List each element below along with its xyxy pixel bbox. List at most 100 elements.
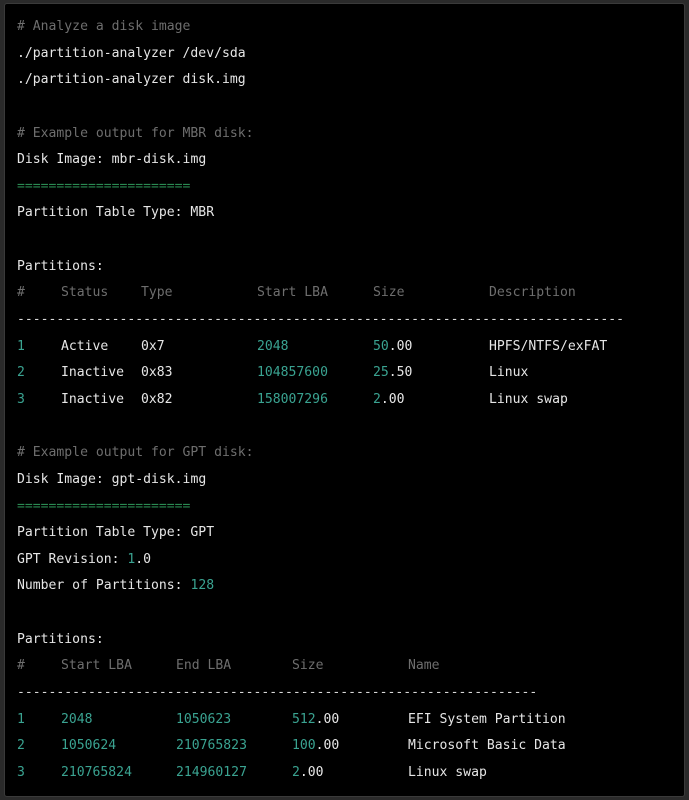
gpt-header-end: End LBA [176, 658, 232, 674]
mbr-row-size-dec: .50 [388, 365, 413, 381]
mbr-header-row: # Status Type Start LBA Size Description [5, 280, 684, 307]
gpt-table-type: Partition Table Type: GPT [17, 525, 215, 541]
table-row: 3 210765824 214960127 2.00 Linux swap [5, 760, 684, 787]
gpt-disk-label: Disk Image: gpt-disk.img [17, 467, 206, 494]
gpt-row-num: 1 [17, 711, 25, 727]
gpt-row-size-int: 512 [292, 711, 316, 727]
mbr-separator: ====================== [17, 178, 191, 194]
gpt-revision: GPT Revision: 1.0 [17, 547, 151, 574]
mbr-row-num: 1 [17, 338, 25, 354]
gpt-row-size-dec: .00 [315, 711, 340, 727]
gpt-revision-label: GPT Revision: [17, 551, 128, 567]
mbr-row-type: 0x7 [141, 338, 165, 354]
output-line: Partitions: [5, 254, 684, 281]
output-line: ====================== [5, 494, 684, 521]
table-row: 1 2048 1050623 512.00 EFI System Partiti… [5, 707, 684, 734]
window-frame: # Analyze a disk image ./partition-analy… [0, 0, 689, 800]
output-line: ./partition-analyzer disk.img [5, 67, 684, 94]
gpt-row-size-dec: .00 [299, 764, 324, 780]
table-row: 3 Inactive 0x82 158007296 2.00 Linux swa… [5, 387, 684, 414]
gpt-row-size: 512.00 [292, 707, 339, 734]
mbr-row-start: 2048 [257, 338, 289, 354]
usage-comment: # Analyze a disk image [17, 19, 191, 34]
output-line: ----------------------------------------… [5, 307, 684, 334]
gpt-row-size-int: 100 [292, 738, 316, 754]
mbr-row-start: 158007296 [257, 391, 328, 407]
mbr-table-type: Partition Table Type: MBR [17, 205, 215, 221]
mbr-header-size: Size [373, 285, 405, 301]
gpt-row-size: 100.00 [292, 733, 339, 760]
gpt-row-start: 1050624 [61, 738, 117, 754]
mbr-row-size: 50.00 [373, 334, 412, 361]
table-row: 1 Active 0x7 2048 50.00 HPFS/NTFS/exFAT [5, 334, 684, 361]
output-line: # Analyze a disk image [5, 14, 684, 41]
gpt-row-size-dec: .00 [315, 738, 340, 754]
gpt-partitions-heading: Partitions: [17, 631, 104, 647]
mbr-row-start: 104857600 [257, 365, 328, 381]
gpt-row-end: 210765823 [176, 738, 247, 754]
gpt-partition-count: Number of Partitions: 128 [17, 573, 214, 600]
gpt-separator: ====================== [17, 498, 191, 514]
gpt-row-end: 1050623 [176, 711, 232, 727]
gpt-row-size-int: 2 [292, 764, 300, 780]
output-line: # Example output for MBR disk: [5, 121, 684, 148]
output-line: Number of Partitions: 128 [5, 573, 684, 600]
table-row: 2 1050624 210765823 100.00 Microsoft Bas… [5, 733, 684, 760]
mbr-disk-label: Disk Image: mbr-disk.img [17, 147, 206, 174]
gpt-row-name: Linux swap [408, 764, 487, 780]
mbr-row-status: Active [61, 338, 109, 354]
output-line: ./partition-analyzer /dev/sda [5, 41, 684, 68]
gpt-rule: ----------------------------------------… [17, 685, 538, 701]
mbr-rule: ----------------------------------------… [17, 312, 624, 328]
mbr-row-size-int: 50 [373, 338, 389, 354]
gpt-comment: # Example output for GPT disk: [17, 445, 254, 461]
gpt-row-name: Microsoft Basic Data [408, 738, 566, 754]
gpt-header-name: Name [408, 658, 440, 674]
usage-command-2: ./partition-analyzer disk.img [17, 72, 246, 88]
mbr-row-num: 2 [17, 365, 25, 381]
gpt-header-row: # Start LBA End LBA Size Name [5, 653, 684, 680]
output-line: ----------------------------------------… [5, 680, 684, 707]
mbr-row-type: 0x82 [141, 391, 173, 407]
mbr-comment: # Example output for MBR disk: [17, 125, 254, 141]
mbr-header-status: Status [61, 285, 109, 301]
output-line: # Example output for GPT disk: [5, 440, 684, 467]
output-line: Partition Table Type: MBR [5, 200, 684, 227]
mbr-header-type: Type [141, 285, 173, 301]
mbr-disk-value: mbr-disk.img [111, 152, 207, 168]
gpt-row-name: EFI System Partition [408, 711, 566, 727]
mbr-partitions-heading: Partitions: [17, 258, 104, 274]
mbr-header-desc: Description [489, 285, 576, 301]
mbr-row-size-dec: .00 [380, 391, 405, 407]
mbr-row-desc: HPFS/NTFS/exFAT [489, 338, 608, 354]
gpt-header-start: Start LBA [61, 658, 132, 674]
mbr-row-desc: Linux swap [489, 391, 568, 407]
terminal-output[interactable]: # Analyze a disk image ./partition-analy… [4, 3, 685, 797]
table-row: 2 Inactive 0x83 104857600 25.50 Linux [5, 360, 684, 387]
mbr-header-start: Start LBA [257, 285, 328, 301]
gpt-row-start: 210765824 [61, 764, 132, 780]
mbr-row-status: Inactive [61, 391, 125, 407]
gpt-count-label: Number of Partitions: [17, 578, 191, 594]
mbr-header-num: # [17, 285, 25, 301]
gpt-disk-value: gpt-disk.img [111, 471, 207, 487]
output-line: ====================== [5, 174, 684, 201]
gpt-count-value: 128 [190, 578, 215, 594]
mbr-row-type: 0x83 [141, 365, 173, 381]
mbr-row-size: 25.50 [373, 360, 412, 387]
output-line: Partitions: [5, 627, 684, 654]
gpt-disk-label-text: Disk Image: [17, 471, 112, 487]
output-line: GPT Revision: 1.0 [5, 547, 684, 574]
mbr-row-size-int: 25 [373, 365, 389, 381]
output-line: Partition Table Type: GPT [5, 520, 684, 547]
usage-command-1: ./partition-analyzer /dev/sda [17, 45, 246, 61]
output-line: Disk Image: gpt-disk.img [5, 467, 684, 494]
output-line: Disk Image: mbr-disk.img [5, 147, 684, 174]
gpt-revision-dec: .0 [135, 551, 152, 567]
mbr-row-desc: Linux [489, 365, 529, 381]
gpt-row-end: 214960127 [176, 764, 247, 780]
mbr-row-size-int: 2 [373, 391, 381, 407]
gpt-header-num: # [17, 658, 25, 674]
